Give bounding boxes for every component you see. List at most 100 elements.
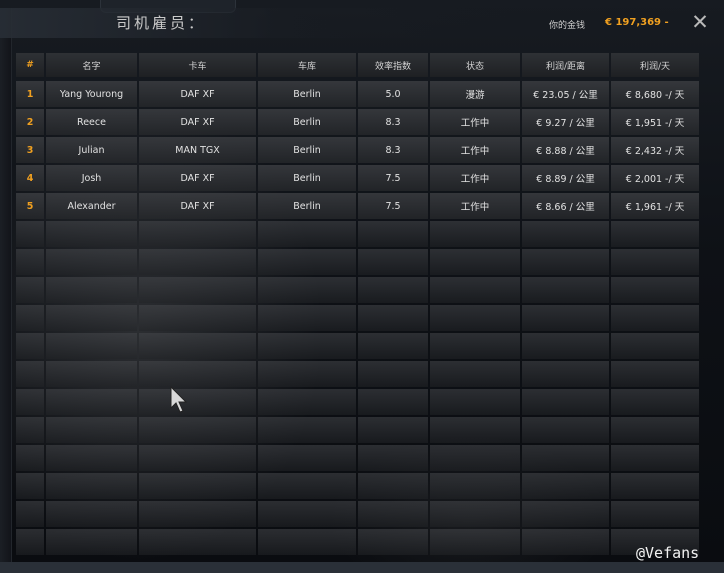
left-rail	[0, 8, 12, 563]
empty-table-cell	[522, 221, 609, 247]
empty-table-cell	[46, 389, 137, 415]
empty-table-cell	[16, 361, 44, 387]
table-cell-col-garage[interactable]: Berlin	[258, 81, 356, 107]
empty-table-cell	[611, 249, 699, 275]
empty-table-cell	[258, 473, 356, 499]
drivers-table: # 名字 卡车 车库 效率指数 状态 利润/距离 利润/天 1 Yang Yourong DAF X…	[16, 53, 699, 555]
table-cell-col-index[interactable]: 5	[16, 193, 44, 219]
empty-table-cell	[46, 249, 137, 275]
empty-table-cell	[522, 417, 609, 443]
table-cell-col-profit-distance[interactable]: € 9.27 / 公里	[522, 109, 609, 135]
empty-table-cell	[430, 305, 520, 331]
table-cell-col-status[interactable]: 工作中	[430, 193, 520, 219]
empty-table-cell	[358, 389, 428, 415]
table-cell-col-profit-day[interactable]: € 2,432 -/ 天	[611, 137, 699, 163]
header-col-efficiency[interactable]: 效率指数	[358, 53, 428, 77]
empty-table-cell	[358, 361, 428, 387]
table-cell-col-profit-distance[interactable]: € 8.89 / 公里	[522, 165, 609, 191]
table-cell-col-index[interactable]: 3	[16, 137, 44, 163]
table-cell-col-status[interactable]: 工作中	[430, 109, 520, 135]
empty-table-cell	[258, 361, 356, 387]
header-col-status[interactable]: 状态	[430, 53, 520, 77]
header-col-profit-day[interactable]: 利润/天	[611, 53, 699, 77]
empty-table-cell	[258, 529, 356, 555]
table-cell-col-profit-distance[interactable]: € 8.88 / 公里	[522, 137, 609, 163]
empty-table-cell	[358, 473, 428, 499]
table-cell-col-profit-day[interactable]: € 8,680 -/ 天	[611, 81, 699, 107]
table-cell-col-profit-day[interactable]: € 2,001 -/ 天	[611, 165, 699, 191]
table-cell-col-efficiency[interactable]: 7.5	[358, 165, 428, 191]
empty-table-cell	[16, 445, 44, 471]
header-col-profit-distance[interactable]: 利润/距离	[522, 53, 609, 77]
table-cell-col-index[interactable]: 2	[16, 109, 44, 135]
table-cell-col-truck[interactable]: DAF XF	[139, 81, 256, 107]
empty-table-cell	[430, 221, 520, 247]
table-cell-col-name[interactable]: Yang Yourong	[46, 81, 137, 107]
table-cell-col-status[interactable]: 工作中	[430, 165, 520, 191]
empty-table-cell	[522, 333, 609, 359]
empty-table-cell	[258, 249, 356, 275]
table-cell-col-truck[interactable]: DAF XF	[139, 165, 256, 191]
empty-table-cell	[46, 277, 137, 303]
table-cell-col-index[interactable]: 4	[16, 165, 44, 191]
empty-table-cell	[611, 221, 699, 247]
table-cell-col-truck[interactable]: DAF XF	[139, 193, 256, 219]
empty-table-cell	[358, 501, 428, 527]
table-cell-col-profit-distance[interactable]: € 8.66 / 公里	[522, 193, 609, 219]
empty-table-cell	[258, 305, 356, 331]
empty-table-cell	[358, 305, 428, 331]
empty-table-cell	[16, 249, 44, 275]
bottom-bar	[0, 562, 724, 573]
empty-table-cell	[522, 361, 609, 387]
table-cell-col-name[interactable]: Julian	[46, 137, 137, 163]
empty-table-cell	[139, 501, 256, 527]
header-col-truck[interactable]: 卡车	[139, 53, 256, 77]
table-cell-col-profit-day[interactable]: € 1,951 -/ 天	[611, 109, 699, 135]
table-cell-col-status[interactable]: 漫游	[430, 81, 520, 107]
empty-table-cell	[139, 361, 256, 387]
table-cell-col-efficiency[interactable]: 7.5	[358, 193, 428, 219]
empty-table-cell	[139, 473, 256, 499]
empty-table-cell	[139, 389, 256, 415]
table-cell-col-status[interactable]: 工作中	[430, 137, 520, 163]
table-cell-col-efficiency[interactable]: 8.3	[358, 137, 428, 163]
table-cell-col-name[interactable]: Josh	[46, 165, 137, 191]
empty-table-cell	[611, 389, 699, 415]
empty-table-cell	[522, 473, 609, 499]
empty-table-cell	[16, 305, 44, 331]
empty-table-cell	[611, 445, 699, 471]
empty-table-cell	[430, 249, 520, 275]
header-col-name[interactable]: 名字	[46, 53, 137, 77]
header-col-garage[interactable]: 车库	[258, 53, 356, 77]
table-cell-col-index[interactable]: 1	[16, 81, 44, 107]
empty-table-cell	[16, 501, 44, 527]
empty-table-cell	[46, 445, 137, 471]
table-cell-col-garage[interactable]: Berlin	[258, 193, 356, 219]
empty-table-cell	[430, 389, 520, 415]
table-cell-col-garage[interactable]: Berlin	[258, 137, 356, 163]
empty-table-cell	[522, 501, 609, 527]
table-cell-col-name[interactable]: Reece	[46, 109, 137, 135]
table-cell-col-efficiency[interactable]: 5.0	[358, 81, 428, 107]
empty-table-cell	[611, 361, 699, 387]
close-icon[interactable]: ✕	[690, 12, 710, 33]
table-cell-col-name[interactable]: Alexander	[46, 193, 137, 219]
table-cell-col-truck[interactable]: DAF XF	[139, 109, 256, 135]
watermark: @Vefans	[636, 544, 700, 562]
empty-table-cell	[258, 445, 356, 471]
table-cell-col-profit-day[interactable]: € 1,961 -/ 天	[611, 193, 699, 219]
empty-table-cell	[46, 221, 137, 247]
empty-table-cell	[430, 501, 520, 527]
table-cell-col-profit-distance[interactable]: € 23.05 / 公里	[522, 81, 609, 107]
table-cell-col-garage[interactable]: Berlin	[258, 109, 356, 135]
table-cell-col-garage[interactable]: Berlin	[258, 165, 356, 191]
empty-table-cell	[358, 277, 428, 303]
empty-table-cell	[46, 417, 137, 443]
table-cell-col-truck[interactable]: MAN TGX	[139, 137, 256, 163]
empty-table-cell	[139, 333, 256, 359]
empty-table-cell	[358, 445, 428, 471]
table-cell-col-efficiency[interactable]: 8.3	[358, 109, 428, 135]
mouse-cursor-icon	[170, 386, 188, 413]
header-col-index[interactable]: #	[16, 53, 44, 77]
empty-table-cell	[258, 501, 356, 527]
